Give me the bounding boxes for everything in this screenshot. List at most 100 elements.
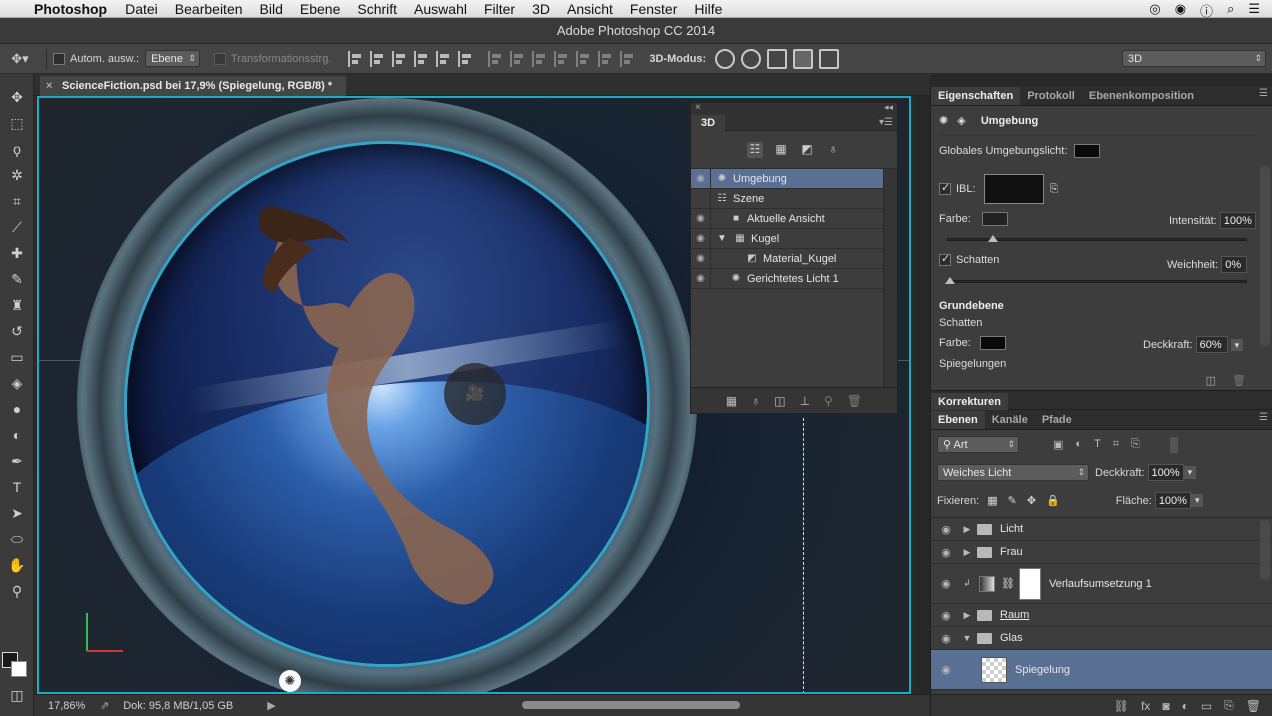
trash-icon[interactable]: 🗑 (847, 394, 862, 408)
menu-hilfe[interactable]: Hilfe (694, 1, 722, 17)
menu-bearbeiten[interactable]: Bearbeiten (175, 1, 243, 17)
quick-mask-icon[interactable]: ◫ (0, 682, 34, 708)
layer-row-glas[interactable]: ◉ ▼ Glas (931, 627, 1272, 650)
ground-opacity-input[interactable]: 60% (1195, 336, 1228, 353)
expand-triangle-icon[interactable]: ▶ (961, 547, 973, 558)
shape-tool[interactable]: ⬭ (0, 526, 34, 552)
tab-ebenen[interactable]: Ebenen (931, 411, 985, 429)
shadows-checkbox[interactable] (939, 254, 951, 266)
intensity-input[interactable]: 100% (1219, 212, 1256, 229)
history-brush-tool[interactable]: ↺ (0, 318, 34, 344)
slide-3d-icon[interactable] (793, 48, 814, 69)
3d-row-aktuelle-ansicht[interactable]: ◉ ■ Aktuelle Ansicht (691, 208, 897, 229)
auto-select-checkbox[interactable] (53, 52, 65, 65)
scene-filter-icon[interactable]: ☷ (747, 141, 763, 158)
3d-panel-scrollbar[interactable] (883, 169, 897, 387)
menu-auswahl[interactable]: Auswahl (414, 1, 467, 17)
layer-row-verlaufsumsetzung[interactable]: ◉ ↲ ⛓ Verlaufsumsetzung 1 (931, 564, 1272, 604)
visibility-eye-icon[interactable]: ◉ (691, 228, 711, 249)
drop-to-ground-icon[interactable]: ⊥ (800, 394, 810, 408)
visibility-eye-icon[interactable]: ◉ (691, 248, 711, 269)
tab-eigenschaften[interactable]: Eigenschaften (931, 87, 1021, 105)
coordinates-icon[interactable]: ⚲ (824, 394, 833, 408)
collapse-panel-icon[interactable]: ◂◂ (884, 102, 893, 113)
align-left-icon[interactable] (348, 50, 364, 67)
filter-adjustment-icon[interactable]: ◐ (1075, 438, 1082, 451)
layer-row-licht[interactable]: ◉ ▶ Licht (931, 518, 1272, 541)
add-constraint-icon[interactable]: ◫ (774, 394, 785, 408)
ibl-thumbnail[interactable] (983, 174, 1044, 204)
tab-protokoll[interactable]: Protokoll (1020, 87, 1082, 105)
lock-pixels-icon[interactable]: ✎ (1008, 494, 1017, 507)
zoom-level[interactable]: 17,86% (48, 700, 98, 712)
slider-thumb[interactable] (988, 235, 998, 242)
render-icon[interactable]: ▦ (726, 394, 737, 408)
crop-tool[interactable]: ⌗ (0, 188, 34, 214)
expand-triangle-icon[interactable]: ▼ (715, 233, 729, 244)
3d-row-szene[interactable]: ☷ Szene (691, 188, 897, 209)
move-tool[interactable]: ✥ (0, 84, 34, 110)
blur-tool[interactable]: ● (0, 396, 34, 422)
align-right-icon[interactable] (392, 50, 408, 67)
3d-row-kugel[interactable]: ◉ ▼ ▦ Kugel (691, 228, 897, 249)
layer-opacity-input[interactable]: 100% (1147, 464, 1184, 481)
environment-color-swatch[interactable] (981, 212, 1008, 226)
tab-kanaele[interactable]: Kanäle (985, 411, 1035, 429)
marquee-tool[interactable]: ⬚ (0, 110, 34, 136)
adjustment-layer-icon[interactable]: ◐ (1182, 699, 1189, 713)
layer-row-frau[interactable]: ◉ ▶ Frau (931, 541, 1272, 564)
align-hcenter-icon[interactable] (370, 50, 386, 67)
expand-triangle-icon[interactable]: ▶ (961, 610, 973, 621)
background-color-swatch[interactable] (11, 661, 27, 677)
paint-bucket-tool[interactable]: ◈ (0, 370, 34, 396)
add-mask-icon[interactable]: ◙ (1162, 699, 1169, 713)
visibility-eye-icon[interactable]: ◉ (931, 663, 961, 676)
align-bottom-icon[interactable] (458, 50, 474, 67)
visibility-eye-icon[interactable]: ◉ (931, 577, 961, 590)
menu-schrift[interactable]: Schrift (357, 1, 397, 17)
properties-trash-icon[interactable]: 🗑 (1232, 374, 1246, 387)
filter-shape-icon[interactable]: ⌗ (1113, 438, 1119, 451)
light-widget-icon[interactable]: ✺ (279, 670, 301, 692)
distribute-bottom-icon[interactable] (532, 50, 548, 67)
fill-dropdown-icon[interactable]: ▾ (1190, 494, 1204, 507)
zoom-tool[interactable]: ⚲ (0, 578, 34, 604)
lock-position-icon[interactable]: ✥ (1027, 494, 1036, 507)
eraser-tool[interactable]: ▭ (0, 344, 34, 370)
visibility-eye-icon[interactable]: ◉ (931, 546, 961, 559)
distribute-left-icon[interactable] (554, 50, 570, 67)
filter-toggle-icon[interactable] (1169, 436, 1178, 453)
orbit-3d-icon[interactable] (715, 48, 736, 69)
horizontal-scrollbar[interactable] (522, 701, 740, 709)
layer-row-raum[interactable]: ◉ ▶ Raum (931, 604, 1272, 627)
distribute-top-icon[interactable] (488, 50, 504, 67)
tab-korrekturen[interactable]: Korrekturen (931, 393, 1008, 411)
menu-bild[interactable]: Bild (260, 1, 283, 17)
menu-3d[interactable]: 3D (532, 1, 550, 17)
new-group-icon[interactable]: ▭ (1201, 699, 1212, 713)
auto-select-dropdown[interactable]: Ebene (145, 50, 200, 67)
type-tool[interactable]: T (0, 474, 34, 500)
healing-tool[interactable]: ✚ (0, 240, 34, 266)
visibility-eye-icon[interactable]: ◉ (931, 523, 961, 536)
dodge-tool[interactable]: ◐ (0, 422, 34, 448)
properties-scrollbar[interactable] (1260, 166, 1270, 346)
expand-triangle-icon[interactable]: ▶ (961, 524, 973, 535)
tab-pfade[interactable]: Pfade (1035, 411, 1079, 429)
global-light-swatch[interactable] (1074, 144, 1101, 158)
align-vcenter-icon[interactable] (436, 50, 452, 67)
properties-footer-icon[interactable]: ◫ (1206, 374, 1216, 387)
layers-scrollbar[interactable] (1260, 520, 1270, 580)
document-tab[interactable]: × ScienceFiction.psd bei 17,9% (Spiegelu… (40, 76, 347, 96)
visibility-eye-icon[interactable]: ◉ (691, 268, 711, 289)
document-size[interactable]: Dok: 95,8 MB/1,05 GB (123, 700, 233, 712)
layer-opacity-dropdown-icon[interactable]: ▾ (1183, 466, 1197, 479)
stamp-tool[interactable]: ♜ (0, 292, 34, 318)
properties-menu-icon[interactable]: ☰ (1259, 88, 1268, 99)
collapse-triangle-icon[interactable]: ▼ (961, 633, 973, 643)
layer-filter-dropdown[interactable]: ⚲ Art (937, 436, 1019, 453)
add-light-icon[interactable]: ♁ (751, 394, 760, 408)
distribute-right-icon[interactable] (598, 50, 614, 67)
quick-select-tool[interactable]: ✲ (0, 162, 34, 188)
menu-ansicht[interactable]: Ansicht (567, 1, 613, 17)
